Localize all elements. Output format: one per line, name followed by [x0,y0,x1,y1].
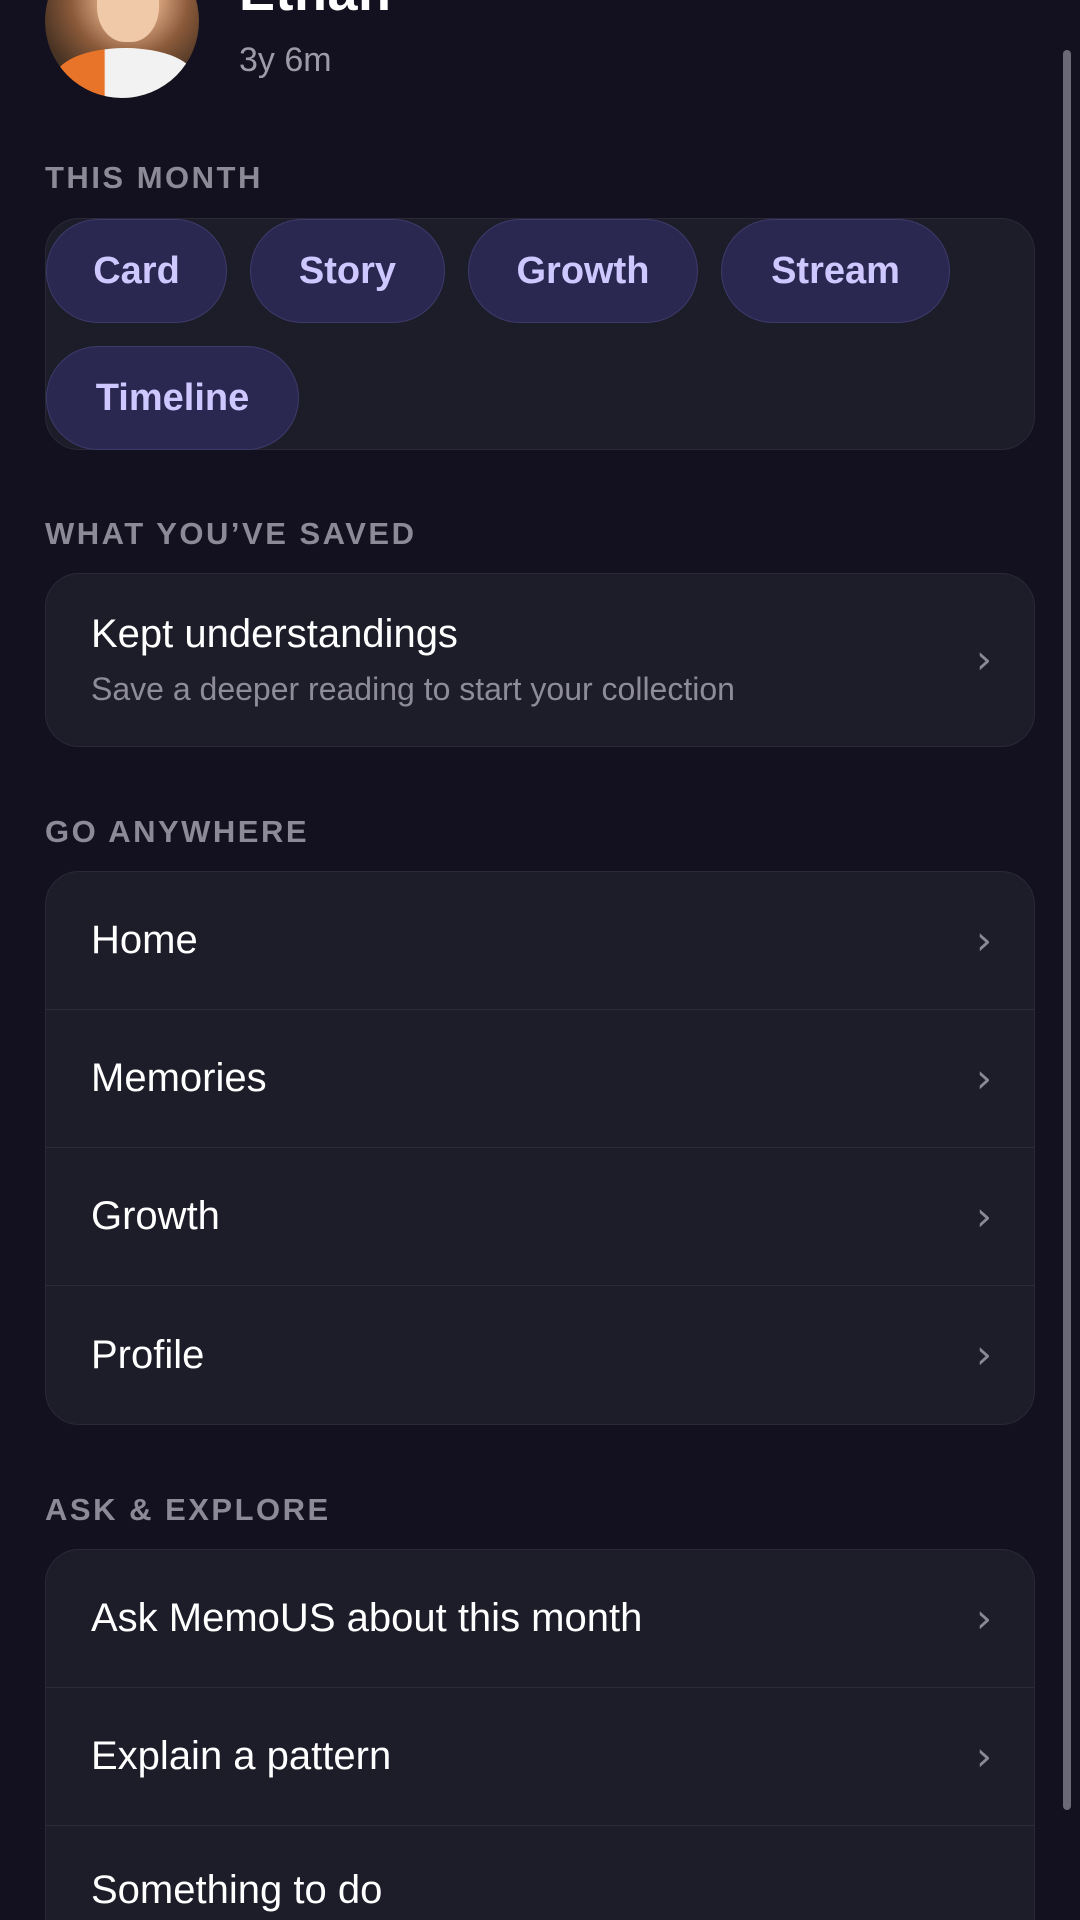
saved-card: Kept understandings Save a deeper readin… [45,573,1035,747]
this-month-chips-panel: Card Story Growth Stream Timeline [45,218,1035,450]
ask-row-label: Ask MemoUS about this month [91,1596,643,1640]
ask-row-label: Something to do [91,1868,383,1912]
nav-row-label: Home [91,918,198,962]
chevron-right-icon: › [976,1193,992,1240]
chip-story[interactable]: Story [250,219,445,323]
profile-header: Ethan 3y 6m [45,0,392,98]
chip-card[interactable]: Card [46,219,227,323]
nav-row-profile[interactable]: Profile › [46,1286,1034,1424]
chevron-right-icon: › [976,1733,992,1780]
go-anywhere-card: Home › Memories › Growth › Profile › [45,871,1035,1425]
chip-timeline[interactable]: Timeline [46,346,299,450]
chevron-right-icon: › [976,917,992,964]
nav-row-home[interactable]: Home › [46,872,1034,1010]
chevron-right-icon: › [976,1055,992,1102]
nav-row-memories[interactable]: Memories › [46,1010,1034,1148]
nav-row-label: Growth [91,1194,220,1238]
ask-row-label: Explain a pattern [91,1734,392,1778]
section-label-ask-explore: ASK & EXPLORE [45,1492,331,1527]
ask-row-month[interactable]: Ask MemoUS about this month › [46,1550,1034,1688]
avatar[interactable] [45,0,199,98]
section-label-saved: WHAT YOU’VE SAVED [45,516,417,551]
ask-row-pattern[interactable]: Explain a pattern › [46,1688,1034,1826]
chevron-right-icon: › [976,1595,992,1642]
kept-understandings-row[interactable]: Kept understandings Save a deeper readin… [46,574,1034,746]
screen: Ethan 3y 6m THIS MONTH Card Story Growth… [0,0,1080,1920]
nav-row-label: Profile [91,1332,205,1377]
nav-row-label: Memories [91,1056,267,1100]
child-age: 3y 6m [239,41,332,79]
section-label-this-month: THIS MONTH [45,160,263,195]
ask-row-something[interactable]: Something to do [46,1826,1034,1920]
chip-stream[interactable]: Stream [721,219,950,323]
chevron-right-icon: › [976,1332,992,1378]
child-name: Ethan [239,0,392,19]
chip-growth[interactable]: Growth [468,219,698,323]
saved-subtitle: Save a deeper reading to start your coll… [91,671,735,707]
saved-title: Kept understandings [91,612,458,656]
nav-row-growth[interactable]: Growth › [46,1148,1034,1286]
profile-text: Ethan 3y 6m [239,0,392,98]
chevron-right-icon: › [976,637,992,683]
section-label-go-anywhere: GO ANYWHERE [45,814,310,849]
scrollbar[interactable] [1063,50,1071,1810]
ask-explore-card: Ask MemoUS about this month › Explain a … [45,1549,1035,1920]
